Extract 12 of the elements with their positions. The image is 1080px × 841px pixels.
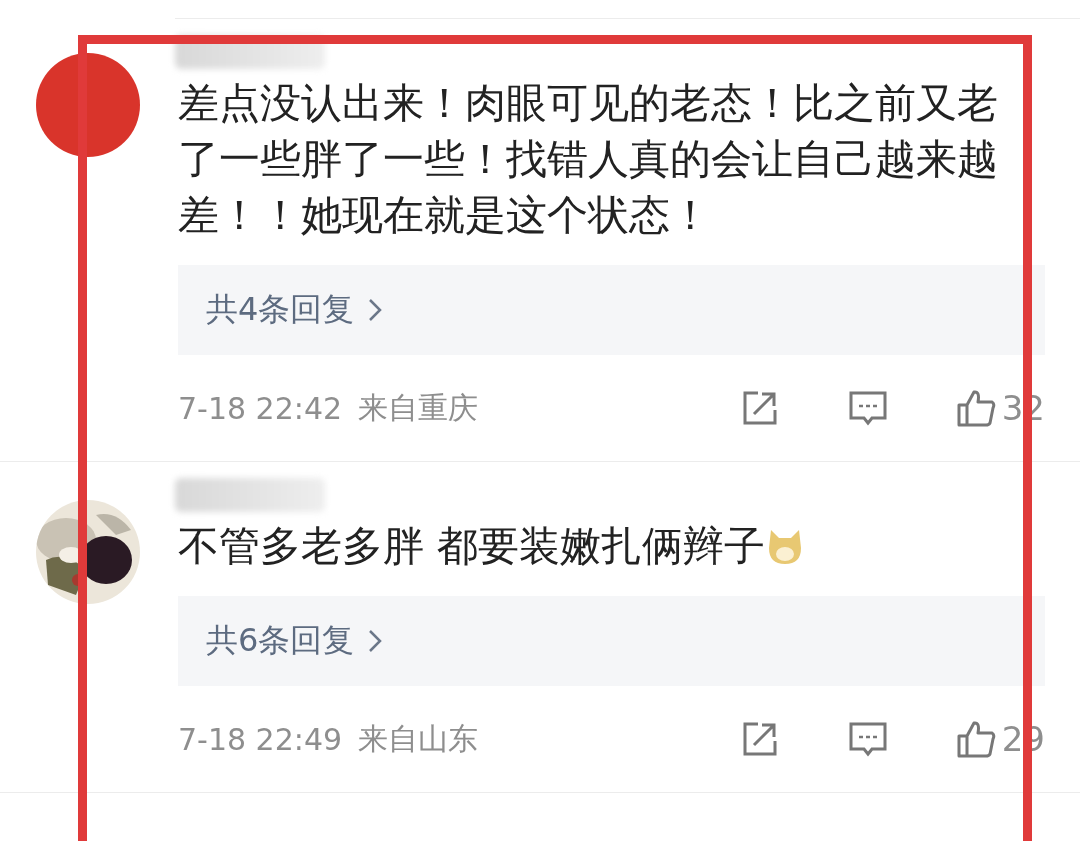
timestamp: 7-18 22:42: [178, 390, 343, 426]
chevron-icon: [368, 298, 383, 322]
replies-link[interactable]: 共6条回复: [178, 596, 1045, 686]
replies-link[interactable]: 共4条回复: [178, 265, 1045, 355]
thumbs-up-icon[interactable]: [955, 388, 996, 428]
comment-text: 不管多老多胖 都要装嫩扎俩辫子: [178, 518, 1023, 574]
comment-text: 差点没认出来！肉眼可见的老态！比之前又老了一些胖了一些！找错人真的会让自己越来越差！！她现在就是这个状态！: [178, 78, 999, 241]
chevron-icon: [368, 629, 383, 653]
location: 来自山东: [356, 719, 478, 758]
thumbs-up-icon[interactable]: [955, 719, 996, 759]
timestamp: 7-18 22:49: [178, 721, 343, 757]
location: 来自重庆: [356, 388, 478, 427]
